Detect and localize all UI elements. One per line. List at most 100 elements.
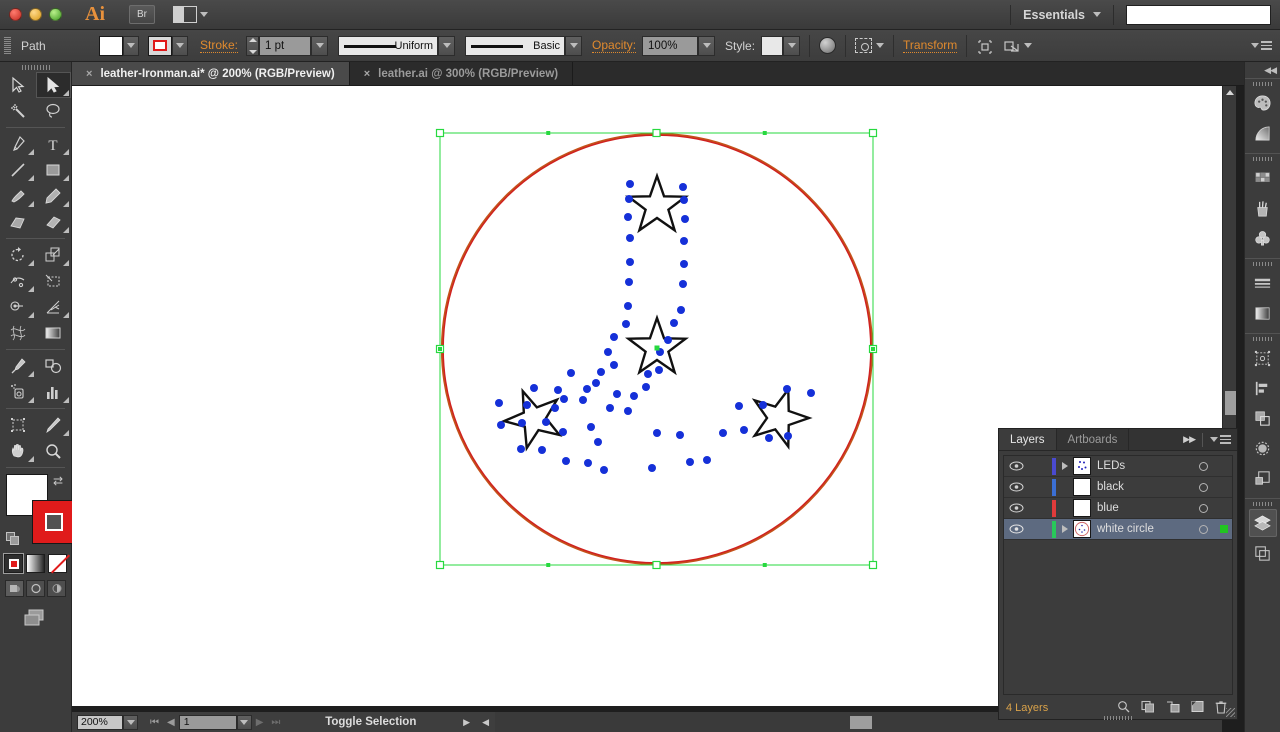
transparency-panel-icon[interactable] <box>1249 434 1277 462</box>
stroke-weight-input[interactable]: 1 pt <box>259 36 311 56</box>
target-indicator-icon[interactable] <box>1190 483 1216 492</box>
status-menu-arrow-icon[interactable]: ▶ <box>457 717 476 728</box>
eraser-tool[interactable] <box>36 209 72 235</box>
fill-dropdown-button[interactable] <box>123 36 139 56</box>
previous-artboard-button[interactable]: ◀ <box>163 717 179 728</box>
scroll-up-arrow-icon[interactable] <box>1226 90 1234 95</box>
perspective-grid-tool[interactable] <box>36 294 72 320</box>
column-graph-tool[interactable] <box>36 379 72 405</box>
layer-row-blue[interactable]: blue <box>1004 498 1232 519</box>
fill-color-swatch[interactable] <box>99 36 123 56</box>
tools-panel-grip[interactable] <box>22 65 50 70</box>
layers-panel-icon[interactable] <box>1249 509 1277 537</box>
stroke-weight-dropdown[interactable] <box>311 36 328 56</box>
stroke-panel-icon[interactable] <box>1249 269 1277 297</box>
none-mode-button[interactable] <box>48 554 67 573</box>
stroke-color-swatch[interactable] <box>148 36 172 56</box>
opacity-label[interactable]: Opacity: <box>592 38 636 53</box>
slice-tool[interactable] <box>36 412 72 438</box>
locate-object-icon[interactable] <box>1117 700 1130 716</box>
stroke-dropdown-button[interactable] <box>172 36 188 56</box>
opacity-mask-icon[interactable] <box>819 37 836 54</box>
graphic-style-swatch[interactable] <box>761 36 783 56</box>
dock-group-grip[interactable] <box>1253 337 1273 341</box>
chevron-down-icon[interactable] <box>1024 43 1032 48</box>
align-panel-icon[interactable] <box>1249 374 1277 402</box>
color-guide-panel-icon[interactable] <box>1249 119 1277 147</box>
color-mode-button[interactable] <box>4 554 23 573</box>
artboard-dropdown[interactable] <box>237 715 252 730</box>
target-indicator-icon[interactable] <box>1190 525 1216 534</box>
draw-inside-button[interactable] <box>47 580 66 597</box>
transform-panel-icon[interactable] <box>1249 344 1277 372</box>
layer-row-leds[interactable]: LEDs <box>1004 456 1232 477</box>
dock-group-grip[interactable] <box>1253 157 1273 161</box>
control-bar-grip[interactable] <box>4 37 11 55</box>
go-to-bridge-button[interactable]: Br <box>129 5 155 24</box>
close-window-button[interactable] <box>9 8 22 21</box>
layer-row-white-circle[interactable]: white circle <box>1004 519 1232 540</box>
layer-name[interactable]: LEDs <box>1097 460 1190 472</box>
mesh-tool[interactable] <box>0 320 36 346</box>
workspace-switcher[interactable]: Essentials <box>998 5 1280 25</box>
align-icon[interactable] <box>976 38 993 53</box>
expand-layer-icon[interactable] <box>1056 525 1073 533</box>
blob-brush-tool[interactable] <box>0 209 36 235</box>
gradient-panel-icon[interactable] <box>1249 299 1277 327</box>
create-new-layer-icon[interactable] <box>1191 700 1204 716</box>
stroke-swatch[interactable] <box>32 500 76 544</box>
expand-layer-icon[interactable] <box>1056 462 1073 470</box>
brushes-panel-icon[interactable] <box>1249 194 1277 222</box>
brush-definition-preview[interactable]: Basic <box>465 36 565 56</box>
magic-wand-tool[interactable] <box>0 98 36 124</box>
opacity-input[interactable]: 100% <box>642 36 698 56</box>
hand-tool[interactable] <box>0 438 36 464</box>
stroke-weight-stepper[interactable] <box>246 36 259 56</box>
pathfinder-panel-icon[interactable] <box>1249 404 1277 432</box>
panel-drag-grip[interactable] <box>1104 716 1132 720</box>
panel-resize-grip[interactable] <box>1226 708 1235 717</box>
double-chevron-right-icon[interactable]: ▶▶ <box>1183 434 1195 445</box>
default-fill-stroke-icon[interactable] <box>6 532 20 546</box>
last-artboard-button[interactable]: ⏭ <box>267 717 284 728</box>
close-icon[interactable]: × <box>86 68 92 80</box>
graphic-style-dropdown[interactable] <box>783 36 800 56</box>
dock-group-grip[interactable] <box>1253 262 1273 266</box>
symbols-panel-icon[interactable] <box>1249 224 1277 252</box>
arrange-documents-button[interactable] <box>173 6 208 23</box>
help-search-input[interactable] <box>1126 5 1271 25</box>
change-screen-mode-button[interactable] <box>0 607 71 629</box>
brush-definition-dropdown[interactable] <box>565 36 582 56</box>
visibility-toggle-icon[interactable] <box>1004 482 1029 492</box>
next-artboard-button[interactable]: ▶ <box>252 717 268 728</box>
width-tool[interactable] <box>0 268 36 294</box>
minimize-window-button[interactable] <box>29 8 42 21</box>
pen-tool[interactable] <box>0 131 36 157</box>
layers-panel-menu-button[interactable] <box>1210 435 1231 444</box>
layer-name[interactable]: black <box>1097 481 1190 493</box>
appearance-panel-icon[interactable] <box>1249 464 1277 492</box>
scale-tool[interactable] <box>36 242 72 268</box>
horizontal-scroll-thumb[interactable] <box>850 716 872 729</box>
gradient-mode-button[interactable] <box>26 554 45 573</box>
isolate-selected-object-icon[interactable] <box>1003 38 1020 53</box>
vertical-scroll-thumb[interactable] <box>1225 391 1236 415</box>
color-panel-icon[interactable] <box>1249 89 1277 117</box>
draw-behind-button[interactable] <box>26 580 45 597</box>
visibility-toggle-icon[interactable] <box>1004 503 1029 513</box>
paintbrush-tool[interactable] <box>0 183 36 209</box>
document-tab-leather-ironman[interactable]: × leather-Ironman.ai* @ 200% (RGB/Previe… <box>72 62 350 85</box>
lasso-tool[interactable] <box>36 98 72 124</box>
draw-normal-button[interactable] <box>5 580 24 597</box>
selection-tool[interactable] <box>0 72 36 98</box>
swap-fill-stroke-icon[interactable]: ⇄ <box>53 474 63 488</box>
artboard-tool[interactable] <box>0 412 36 438</box>
stroke-weight-label[interactable]: Stroke: <box>200 38 238 53</box>
chevron-down-icon[interactable] <box>876 43 884 48</box>
tab-artboards[interactable]: Artboards <box>1057 429 1130 450</box>
pencil-tool[interactable] <box>36 183 72 209</box>
stroke-profile-dropdown[interactable] <box>438 36 455 56</box>
artboards-panel-icon[interactable] <box>1249 539 1277 567</box>
control-panel-menu-button[interactable] <box>1251 41 1272 50</box>
zoom-level-input[interactable]: 200% <box>77 715 123 730</box>
